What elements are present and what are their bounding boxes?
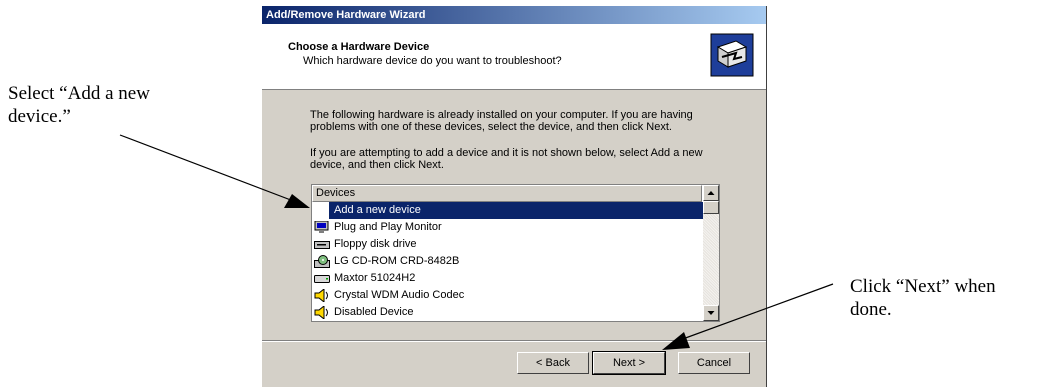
devices-scrollbar[interactable]: [703, 185, 719, 321]
triangle-up-icon: [707, 191, 715, 195]
audio-icon: [314, 289, 328, 302]
audio-icon: [314, 306, 328, 319]
list-item-label: Add a new device: [329, 202, 704, 219]
footer-divider: [262, 340, 766, 342]
list-item-add-new-device[interactable]: Add a new device: [312, 202, 704, 219]
devices-listbox[interactable]: Devices Add a new device Plug and Play M…: [311, 184, 720, 322]
scroll-up-button[interactable]: [703, 185, 719, 201]
cd-rom-icon: [314, 255, 330, 268]
list-item-label: Maxtor 51024H2: [334, 272, 416, 284]
page-subtitle: Which hardware device do you want to tro…: [303, 55, 562, 67]
list-item-audio-codec[interactable]: Crystal WDM Audio Codec: [312, 287, 704, 304]
wizard-header: Choose a Hardware Device Which hardware …: [262, 24, 766, 90]
page-title: Choose a Hardware Device: [288, 41, 430, 53]
floppy-drive-icon: [314, 241, 330, 249]
scroll-thumb[interactable]: [703, 201, 719, 214]
cancel-button[interactable]: Cancel: [678, 352, 750, 374]
list-item-hard-disk[interactable]: Maxtor 51024H2: [312, 270, 704, 287]
add-device-instructions: If you are attempting to add a device an…: [310, 147, 703, 171]
triangle-down-icon: [707, 311, 715, 315]
scroll-down-button[interactable]: [703, 305, 719, 321]
next-button[interactable]: Next >: [592, 351, 666, 375]
list-item-floppy-drive[interactable]: Floppy disk drive: [312, 236, 704, 253]
callout-click-next: Click “Next” when done.: [850, 276, 996, 320]
back-button[interactable]: < Back: [517, 352, 589, 374]
monitor-icon: [314, 221, 329, 233]
list-item-label: Floppy disk drive: [334, 238, 417, 250]
list-item-label: LG CD-ROM CRD-8482B: [334, 255, 460, 267]
list-item-label: Disabled Device: [334, 306, 414, 318]
window-title: Add/Remove Hardware Wizard: [262, 6, 766, 24]
list-item-label: Crystal WDM Audio Codec: [334, 289, 465, 301]
list-item-disabled-device[interactable]: Disabled Device: [312, 304, 704, 321]
hardware-wizard-icon: [710, 33, 754, 77]
list-item-cd-rom[interactable]: LG CD-ROM CRD-8482B: [312, 253, 704, 270]
callout-select-add-device: Select “Add a new device.”: [8, 83, 150, 127]
list-item-monitor[interactable]: Plug and Play Monitor: [312, 219, 704, 236]
list-item-label: Plug and Play Monitor: [334, 221, 442, 233]
intro-text: The following hardware is already instal…: [310, 109, 693, 133]
devices-column-header[interactable]: Devices: [312, 185, 702, 202]
hardware-wizard-dialog: Add/Remove Hardware Wizard Choose a Hard…: [261, 6, 767, 387]
hard-disk-icon: [314, 275, 330, 283]
